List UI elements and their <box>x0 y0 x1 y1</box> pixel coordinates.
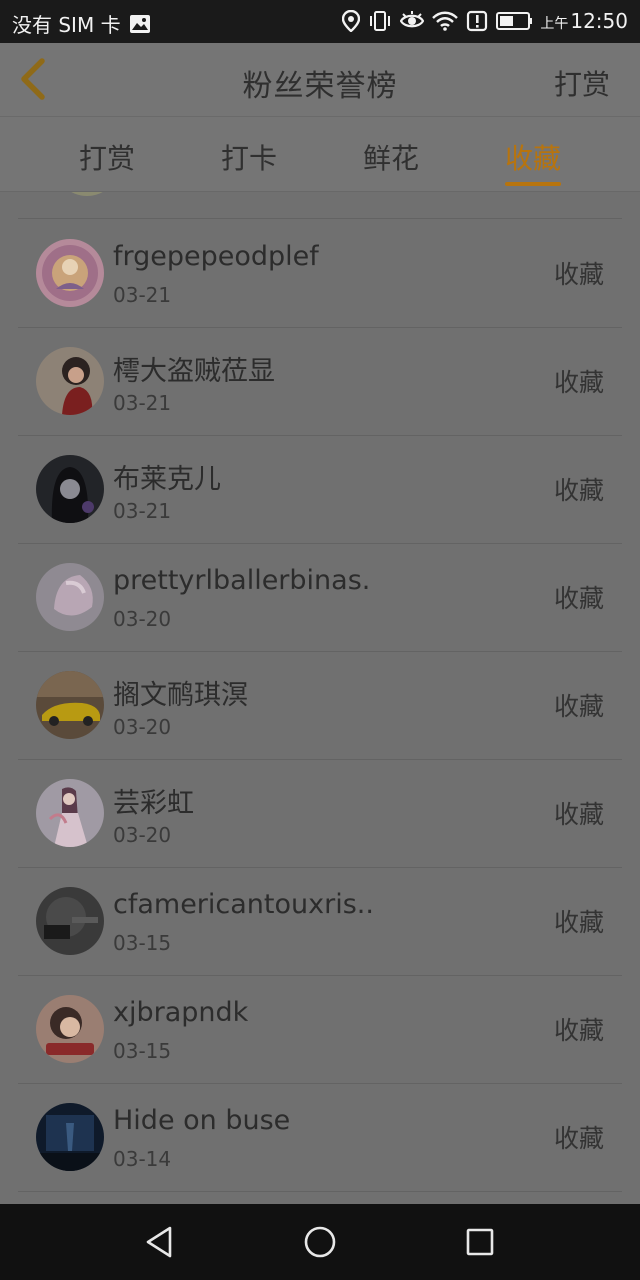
favorite-label: 收藏 <box>553 584 604 613</box>
avatar <box>54 192 120 196</box>
user-name: frgepepeodplef <box>113 241 319 272</box>
battery-icon <box>496 11 534 31</box>
tab-label: 收藏 <box>504 142 561 175</box>
list-item[interactable]: 布莱克儿 03-21 收藏 <box>18 435 622 544</box>
tab-flowers[interactable]: 鲜花 <box>331 137 451 177</box>
favorite-label: 收藏 <box>553 1016 604 1045</box>
user-name: Hide on buse <box>113 1105 291 1136</box>
image-icon <box>129 14 151 34</box>
user-name: 芸彩虹 <box>113 788 194 819</box>
carrier-label: 没有 SIM 卡 <box>12 13 121 37</box>
clock: 上午 12:50 <box>540 9 628 33</box>
avatar <box>36 779 104 847</box>
wifi-icon <box>432 11 459 31</box>
status-bar-right: 上午 12:50 <box>334 9 628 33</box>
date: 03-20 <box>113 607 172 631</box>
status-bar: 没有 SIM 卡 上午 12:50 <box>0 0 640 43</box>
user-name: xjbrapndk <box>113 997 249 1028</box>
reward-button[interactable]: 打赏 <box>554 63 610 103</box>
date: 03-21 <box>113 391 172 415</box>
tab-label: 鲜花 <box>362 142 419 175</box>
date: 03-14 <box>113 1147 172 1171</box>
favorite-label: 收藏 <box>553 908 604 937</box>
alert-icon <box>466 10 488 32</box>
list-item[interactable]: 樗大盗贼莅显 03-21 收藏 <box>18 327 622 436</box>
list-item[interactable]: frgepepeodplef 03-21 收藏 <box>18 219 622 328</box>
list-item-partial <box>18 192 622 219</box>
tab-active-indicator <box>505 182 561 186</box>
nav-back-button[interactable] <box>140 1222 180 1262</box>
date: 03-15 <box>113 1039 172 1063</box>
status-bar-left: 没有 SIM 卡 <box>12 9 151 38</box>
list-item[interactable]: 搁文鸸琪溟 03-20 收藏 <box>18 651 622 760</box>
avatar <box>36 671 104 739</box>
time-prefix: 上午 <box>540 16 569 32</box>
date: 03-20 <box>113 823 172 847</box>
avatar <box>36 887 104 955</box>
avatar <box>36 1103 104 1171</box>
list-item[interactable]: xjbrapndk 03-15 收藏 <box>18 975 622 1084</box>
nav-home-button[interactable] <box>300 1222 340 1262</box>
list-item[interactable]: cfamericantouxris... 03-15 收藏 <box>18 867 622 976</box>
favorite-label: 收藏 <box>553 692 604 721</box>
user-name: 樗大盗贼莅显 <box>113 356 275 387</box>
user-name: 搁文鸸琪溟 <box>113 680 248 711</box>
date: 03-20 <box>113 715 172 739</box>
page-title: 粉丝荣誉榜 <box>242 69 398 104</box>
tab-reward[interactable]: 打赏 <box>47 137 167 177</box>
favorites-list[interactable]: frgepepeodplef 03-21 收藏 樗大盗贼莅显 03-21 收藏 … <box>0 192 640 1204</box>
back-triangle-icon <box>146 1226 172 1258</box>
date: 03-21 <box>113 499 172 523</box>
eye-icon <box>400 11 425 31</box>
list-item[interactable]: prettyrlballerbinas... 03-20 收藏 <box>18 543 622 652</box>
list-item[interactable]: Hide on buse 03-14 收藏 <box>18 1083 622 1192</box>
user-name: prettyrlballerbinas... <box>113 565 373 596</box>
nav-recents-button[interactable] <box>460 1222 500 1262</box>
tab-checkin[interactable]: 打卡 <box>189 137 309 177</box>
tab-favorites[interactable]: 收藏 <box>473 137 593 186</box>
top-app-bar: 粉丝荣誉榜 打赏 <box>0 43 640 117</box>
tab-label: 打卡 <box>220 142 277 175</box>
date: 03-15 <box>113 931 172 955</box>
favorite-label: 收藏 <box>553 1124 604 1153</box>
avatar <box>36 455 104 523</box>
time-value: 12:50 <box>570 9 628 33</box>
home-circle-icon <box>304 1226 336 1258</box>
avatar <box>36 563 104 631</box>
favorite-label: 收藏 <box>553 260 604 289</box>
user-name: cfamericantouxris... <box>113 889 373 920</box>
favorite-label: 收藏 <box>553 800 604 829</box>
recents-square-icon <box>466 1228 494 1256</box>
tab-label: 打赏 <box>78 142 135 175</box>
vibrate-icon <box>368 10 392 32</box>
location-icon <box>342 10 361 32</box>
list-item[interactable]: 芸彩虹 03-20 收藏 <box>18 759 622 868</box>
tab-bar: 打赏 打卡 鲜花 收藏 <box>0 117 640 192</box>
favorite-label: 收藏 <box>553 368 604 397</box>
avatar <box>36 239 104 307</box>
user-name: 布莱克儿 <box>113 464 221 495</box>
favorite-label: 收藏 <box>553 476 604 505</box>
system-nav-bar <box>0 1204 640 1280</box>
date: 03-21 <box>113 283 172 307</box>
avatar <box>36 995 104 1063</box>
avatar <box>36 347 104 415</box>
